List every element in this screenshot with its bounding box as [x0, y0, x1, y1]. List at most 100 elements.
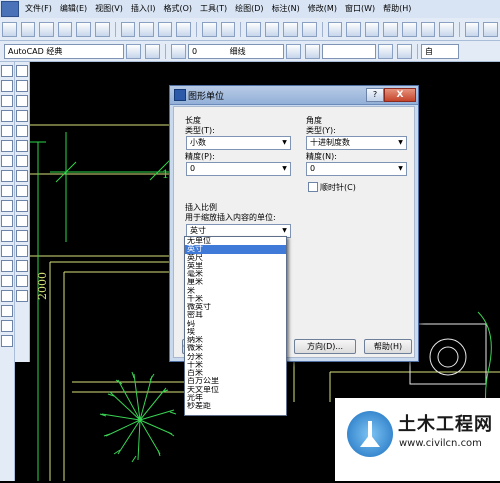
unit-option[interactable]: 纳米 — [185, 336, 286, 344]
match-properties-icon[interactable] — [176, 21, 192, 37]
pan-icon[interactable] — [246, 21, 261, 37]
workspace-select[interactable]: AutoCAD 经典 — [4, 43, 124, 59]
title-help-button[interactable]: ? — [366, 88, 384, 102]
tool-palette-icon[interactable] — [364, 21, 380, 37]
unit-option[interactable]: 天文单位 — [185, 386, 286, 394]
clockwise-checkbox[interactable] — [308, 182, 318, 192]
workspace-settings-icon[interactable] — [126, 43, 141, 59]
array-icon[interactable] — [16, 125, 28, 137]
polygon-icon[interactable] — [1, 110, 13, 122]
explode-icon[interactable] — [16, 290, 28, 302]
layer-state-icon[interactable] — [378, 43, 393, 59]
angle-type-select[interactable]: 十进制度数 ▼ — [306, 136, 407, 150]
print-icon[interactable] — [57, 21, 73, 37]
circle-icon[interactable] — [1, 155, 13, 167]
erase-icon[interactable] — [16, 65, 28, 77]
unit-option-selected[interactable]: 英寸 — [185, 245, 286, 254]
right-select[interactable]: 自 — [421, 43, 459, 59]
cut-icon[interactable] — [120, 21, 136, 37]
chamfer-icon[interactable] — [16, 260, 28, 272]
unit-option[interactable]: 英里 — [185, 262, 286, 270]
properties-icon[interactable] — [327, 21, 343, 37]
extend-icon[interactable] — [16, 215, 28, 227]
menu-insert[interactable]: 插入(I) — [127, 0, 160, 18]
layer-previous-icon[interactable] — [286, 43, 301, 59]
quickcalc-icon[interactable] — [420, 21, 436, 37]
publish-icon[interactable] — [95, 21, 110, 37]
help-button[interactable]: 帮助(H) — [364, 339, 412, 354]
help-icon[interactable] — [439, 21, 454, 37]
menu-window[interactable]: 窗口(W) — [341, 0, 379, 18]
menu-tools[interactable]: 工具(T) — [196, 0, 231, 18]
print-preview-icon[interactable] — [76, 21, 92, 37]
make-object-layer-current-icon[interactable] — [305, 43, 320, 59]
undo-icon[interactable] — [202, 21, 217, 37]
menu-edit[interactable]: 编辑(E) — [56, 0, 91, 18]
unit-option[interactable]: 十米 — [185, 361, 286, 369]
my-workspace-icon[interactable] — [145, 43, 160, 59]
stretch-icon[interactable] — [16, 185, 28, 197]
design-center-icon[interactable] — [346, 21, 361, 37]
menu-dimension[interactable]: 标注(N) — [268, 0, 304, 18]
unit-option[interactable]: 微英寸 — [185, 303, 286, 311]
rotate-icon[interactable] — [16, 155, 28, 167]
close-button[interactable]: X — [384, 88, 416, 102]
unit-option[interactable]: 光年 — [185, 394, 286, 402]
line-icon[interactable] — [1, 65, 13, 77]
make-block-icon[interactable] — [1, 245, 13, 257]
polyline-icon[interactable] — [1, 95, 13, 107]
unit-option[interactable]: 毫米 — [185, 270, 286, 278]
copy-object-icon[interactable] — [16, 80, 28, 92]
break-icon[interactable] — [16, 230, 28, 242]
unit-option[interactable]: 百米 — [185, 369, 286, 377]
unit-option[interactable]: 米 — [185, 287, 286, 295]
new-file-icon[interactable] — [2, 21, 17, 37]
join-icon[interactable] — [16, 245, 28, 257]
insert-block-icon[interactable] — [1, 230, 13, 242]
unit-option[interactable]: 码 — [185, 320, 286, 328]
zoom-previous-icon[interactable] — [302, 21, 317, 37]
unit-option[interactable]: 埃 — [185, 328, 286, 336]
menu-file[interactable]: 文件(F) — [21, 0, 56, 18]
layer-manager-icon[interactable] — [171, 43, 186, 59]
markup-icon[interactable] — [402, 21, 417, 37]
sheet-set-icon[interactable] — [383, 21, 399, 37]
unit-option[interactable]: 分米 — [185, 353, 286, 361]
unit-option[interactable]: 英尺 — [185, 254, 286, 262]
style-icon[interactable] — [464, 21, 480, 37]
gradient-icon[interactable] — [1, 290, 13, 302]
unit-option[interactable]: 微米 — [185, 344, 286, 352]
text-style-icon[interactable] — [483, 21, 499, 37]
direction-button[interactable]: 方向(D)... — [294, 339, 356, 354]
revision-cloud-icon[interactable] — [1, 170, 13, 182]
offset-icon[interactable] — [16, 110, 28, 122]
hatch-icon[interactable] — [1, 275, 13, 287]
ellipse-arc-icon[interactable] — [1, 215, 13, 227]
multiline-text-icon[interactable] — [1, 335, 13, 347]
unit-option[interactable]: 百万公里 — [185, 377, 286, 385]
point-icon[interactable] — [1, 260, 13, 272]
dialog-titlebar[interactable]: 图形单位 ? X — [170, 86, 418, 105]
rectangle-icon[interactable] — [1, 125, 13, 137]
construction-line-icon[interactable] — [1, 80, 13, 92]
redo-icon[interactable] — [220, 21, 236, 37]
move-icon[interactable] — [16, 140, 28, 152]
trim-icon[interactable] — [16, 200, 28, 212]
fillet-icon[interactable] — [16, 275, 28, 287]
layer-select[interactable]: 0 细线 — [188, 43, 284, 59]
menu-view[interactable]: 视图(V) — [91, 0, 127, 18]
linetype-icon[interactable] — [397, 43, 412, 59]
menu-format[interactable]: 格式(O) — [159, 0, 196, 18]
save-icon[interactable] — [39, 21, 54, 37]
insert-units-dropdown-list[interactable]: 无单位 英寸 英尺 英里 毫米 厘米 米 千米 微英寸 密耳 码 埃 纳米 微米… — [184, 236, 287, 416]
angle-precision-select[interactable]: 0 ▼ — [306, 162, 407, 176]
unit-option[interactable]: 秒差距 — [185, 402, 286, 410]
unit-option[interactable]: 厘米 — [185, 278, 286, 286]
zoom-window-icon[interactable] — [283, 21, 299, 37]
scale-icon[interactable] — [16, 170, 28, 182]
menu-help[interactable]: 帮助(H) — [379, 0, 415, 18]
unit-option[interactable]: 密耳 — [185, 311, 286, 319]
length-precision-select[interactable]: 0 ▼ — [186, 162, 291, 176]
spline-icon[interactable] — [1, 185, 13, 197]
unit-option[interactable]: 无单位 — [185, 237, 286, 245]
